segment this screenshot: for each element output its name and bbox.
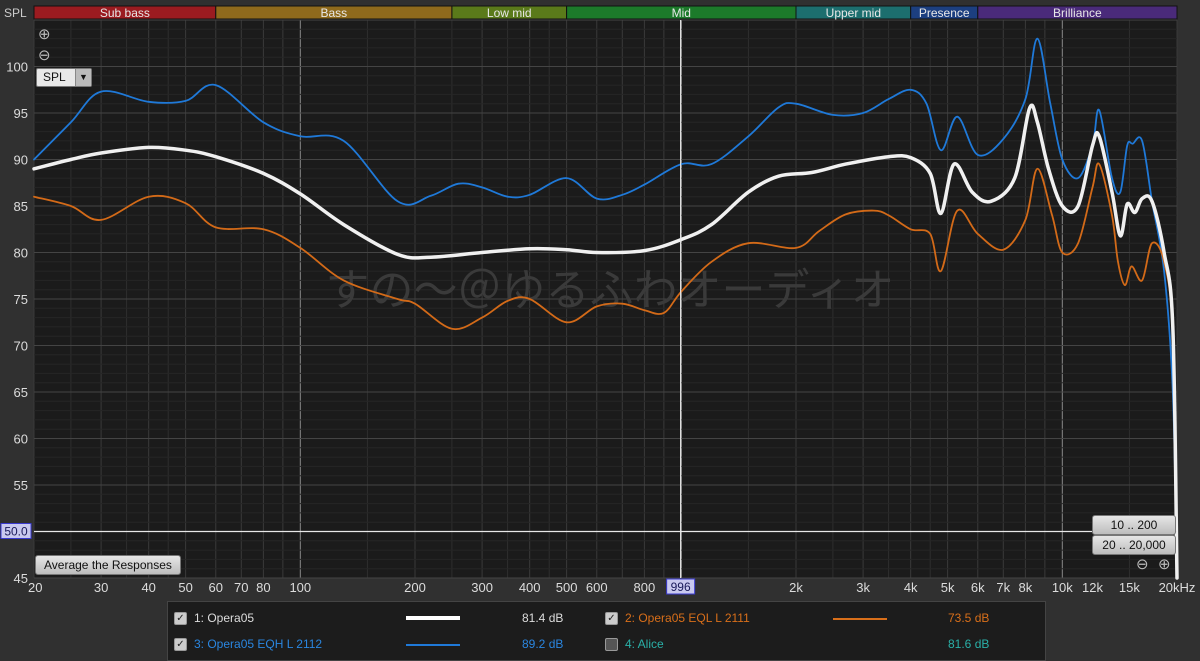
legend-item-1[interactable]: ✓ 1: Opera05 81.4 dB xyxy=(174,608,594,628)
zoom-in-icon[interactable]: ⊕ xyxy=(38,26,51,43)
x-tick-label: 400 xyxy=(519,580,541,595)
cursor-level-readout: 50.0 xyxy=(4,525,28,539)
x-zoom-out-icon[interactable]: ⊖ xyxy=(1136,556,1149,573)
y-tick-label: 95 xyxy=(14,106,28,121)
x-tick-label: 500 xyxy=(556,580,578,595)
y-tick-label: 45 xyxy=(14,571,28,586)
legend-value-2: 73.5 dB xyxy=(948,611,990,625)
legend-checkbox-1[interactable]: ✓ xyxy=(174,612,187,625)
y-tick-label: 70 xyxy=(14,339,28,354)
legend-swatch-1 xyxy=(406,616,460,620)
legend-item-4[interactable]: ✓ 4: Alice 81.6 dB xyxy=(605,634,1035,654)
zoom-out-icon[interactable]: ⊖ xyxy=(38,47,51,64)
x-tick-label: 15k xyxy=(1119,580,1140,595)
y-tick-label: 65 xyxy=(14,385,28,400)
spl-dropdown[interactable]: SPL ▼ xyxy=(36,68,92,87)
range-20-20000-button[interactable]: 20 .. 20,000 xyxy=(1092,535,1176,555)
band-label-3: Mid xyxy=(672,6,691,20)
legend-name-1: 1: Opera05 xyxy=(194,611,255,625)
x-tick-label: 30 xyxy=(94,580,108,595)
legend-checkbox-3[interactable]: ✓ xyxy=(174,638,187,651)
x-tick-label: 300 xyxy=(471,580,493,595)
x-tick-label: 3k xyxy=(856,580,870,595)
x-tick-label: 200 xyxy=(404,580,426,595)
legend-name-3: 3: Opera05 EQH L 2112 xyxy=(194,637,323,651)
y-tick-label: 60 xyxy=(14,432,28,447)
y-axis-title: SPL xyxy=(4,6,27,20)
band-label-2: Low mid xyxy=(487,6,532,20)
frequency-response-chart[interactable]: Sub bass Bass Low mid Mid Upper mid Presence B… xyxy=(0,0,1200,600)
x-tick-label: 600 xyxy=(586,580,608,595)
x-tick-label: 12k xyxy=(1082,580,1103,595)
x-tick-label: 40 xyxy=(141,580,155,595)
legend-value-4: 81.6 dB xyxy=(948,637,990,651)
range-10-200-button[interactable]: 10 .. 200 xyxy=(1092,515,1176,535)
x-tick-label: 6k xyxy=(971,580,985,595)
legend-checkbox-2[interactable]: ✓ xyxy=(605,612,618,625)
legend-item-2[interactable]: ✓ 2: Opera05 EQL L 2111 73.5 dB xyxy=(605,608,1035,628)
x-tick-label: 7k xyxy=(996,580,1010,595)
x-tick-label: 100 xyxy=(289,580,311,595)
legend-swatch-3 xyxy=(406,644,460,646)
legend-item-3[interactable]: ✓ 3: Opera05 EQH L 2112 89.2 dB xyxy=(174,634,594,654)
x-tick-label: 2k xyxy=(789,580,803,595)
x-tick-label: 10k xyxy=(1052,580,1073,595)
legend-value-1: 81.4 dB xyxy=(522,611,564,625)
cursor-freq-readout: 996 xyxy=(671,580,691,594)
y-tick-label: 75 xyxy=(14,292,28,307)
x-tick-label: 5k xyxy=(941,580,955,595)
band-label-5: Presence xyxy=(919,6,970,20)
y-tick-label: 85 xyxy=(14,199,28,214)
watermark: すの〜＠ゆるふわオーディオ xyxy=(326,266,895,315)
y-tick-label: 90 xyxy=(14,153,28,168)
y-tick-label: 55 xyxy=(14,478,28,493)
x-tick-label: 20kHz xyxy=(1159,580,1196,595)
x-tick-label: 70 xyxy=(234,580,248,595)
x-tick-label: 800 xyxy=(634,580,656,595)
average-responses-button[interactable]: Average the Responses xyxy=(35,555,181,575)
band-label-1: Bass xyxy=(321,6,348,20)
legend-value-3: 89.2 dB xyxy=(522,637,564,651)
x-tick-label: 80 xyxy=(256,580,270,595)
y-tick-label: 80 xyxy=(14,246,28,261)
chevron-down-icon: ▼ xyxy=(75,69,91,86)
x-tick-label: 60 xyxy=(209,580,223,595)
band-label-4: Upper mid xyxy=(826,6,881,20)
legend-checkbox-4[interactable]: ✓ xyxy=(605,638,618,651)
band-label-0: Sub bass xyxy=(100,6,150,20)
legend-name-2: 2: Opera05 EQL L 2111 xyxy=(625,611,750,625)
y-tick-label: 100 xyxy=(6,60,28,75)
legend-panel: ✓ 1: Opera05 81.4 dB ✓ 2: Opera05 EQL L … xyxy=(167,601,1046,661)
legend-swatch-2 xyxy=(833,618,887,620)
x-zoom-in-icon[interactable]: ⊕ xyxy=(1158,556,1171,573)
x-tick-label: 4k xyxy=(904,580,918,595)
legend-name-4: 4: Alice xyxy=(625,637,664,651)
x-tick-label: 20 xyxy=(28,580,42,595)
spl-dropdown-label: SPL xyxy=(43,70,66,84)
x-tick-label: 8k xyxy=(1019,580,1033,595)
band-label-6: Brilliance xyxy=(1053,6,1102,20)
x-tick-label: 50 xyxy=(178,580,192,595)
